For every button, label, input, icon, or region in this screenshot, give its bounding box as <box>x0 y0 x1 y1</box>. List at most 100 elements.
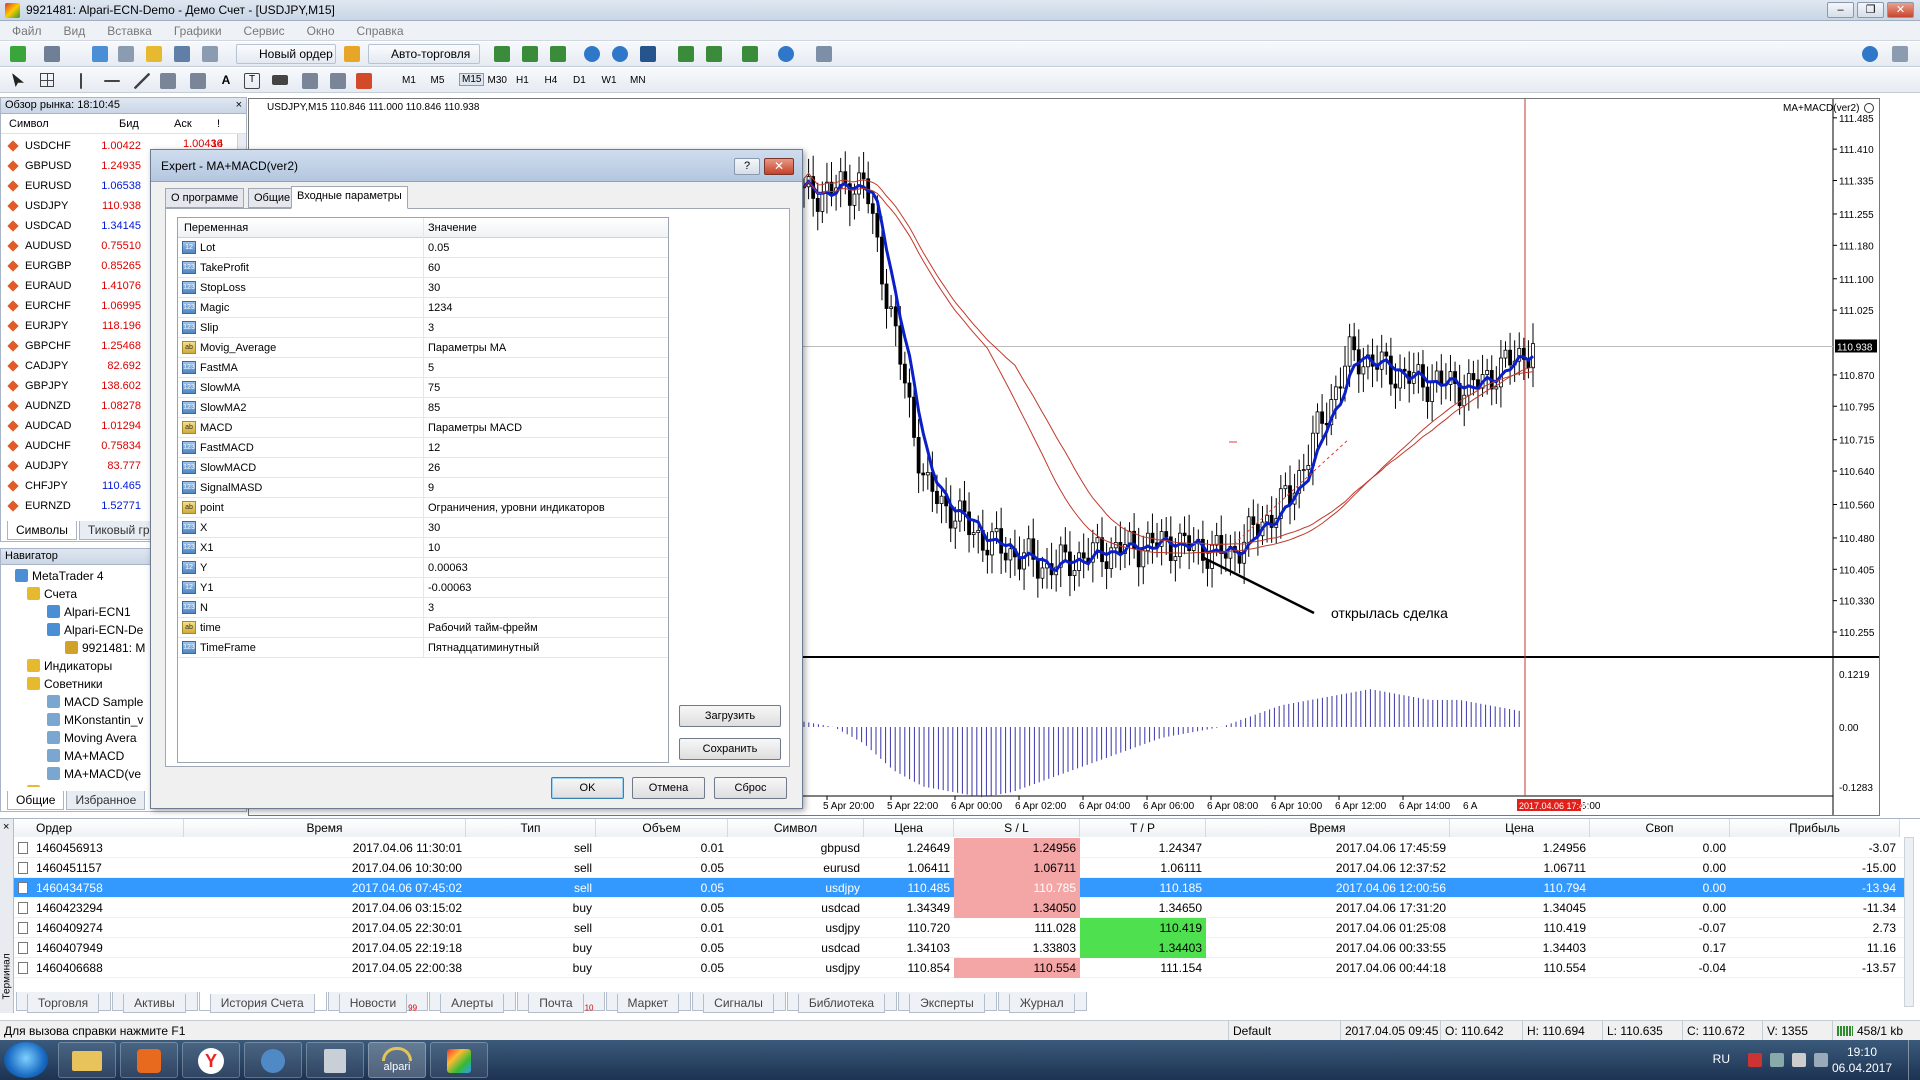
candlestick-icon[interactable] <box>522 46 538 62</box>
input-value[interactable]: 0.00063 <box>428 558 468 578</box>
save-button[interactable]: Сохранить <box>679 738 781 760</box>
column-header[interactable]: Цена <box>1450 819 1590 837</box>
history-row[interactable]: 1460407949 2017.04.05 22:19:18 buy 0.05 usdc… <box>14 938 1904 958</box>
history-row[interactable]: 1460423294 2017.04.06 03:15:02 buy 0.05 usdc… <box>14 898 1904 918</box>
line-chart-icon[interactable] <box>550 46 566 62</box>
reset-button[interactable]: Сброс <box>714 777 787 799</box>
tab-symbols[interactable]: Символы <box>7 521 77 540</box>
navigator-item[interactable]: Скрипты <box>27 783 92 787</box>
rectangle-icon[interactable] <box>272 75 288 85</box>
navigator-item[interactable]: 9921481: M <box>65 639 145 657</box>
input-value[interactable]: Пятнадцатиминутный <box>428 638 539 658</box>
zoom-out-icon[interactable] <box>612 46 628 62</box>
navigator-item[interactable]: Советники <box>27 675 103 693</box>
minimize-button[interactable]: – <box>1827 2 1854 18</box>
column-header[interactable]: Время <box>1206 819 1450 837</box>
history-row[interactable]: 1460409274 2017.04.05 22:30:01 sell 0.01 usd… <box>14 918 1904 938</box>
terminal-close-icon[interactable]: × <box>3 821 9 833</box>
input-value[interactable]: Параметры MACD <box>428 418 522 438</box>
terminal-tab[interactable]: Новости 99 <box>327 992 429 1013</box>
cancel-button[interactable]: Отмена <box>632 777 705 799</box>
language-indicator[interactable]: RU <box>1713 1052 1730 1066</box>
tab-tick-chart[interactable]: Тиковый гр <box>78 521 159 540</box>
input-row[interactable]: 123 TimeFrame Пятнадцатиминутный <box>178 638 668 658</box>
terminal-scrollbar[interactable] <box>1904 837 1914 1007</box>
input-row[interactable]: 12 Y1 -0.00063 <box>178 578 668 598</box>
vertical-line-icon[interactable] <box>80 73 82 89</box>
fibonacci-icon[interactable] <box>190 73 206 89</box>
input-row[interactable]: 123 SlowMA2 85 <box>178 398 668 418</box>
input-value[interactable]: -0.00063 <box>428 578 471 598</box>
input-row[interactable]: 123 FastMACD 12 <box>178 438 668 458</box>
drawn-trendline[interactable] <box>1203 556 1315 615</box>
metaeditor-icon[interactable] <box>344 46 360 62</box>
history-row[interactable]: 1460434758 2017.04.06 07:45:02 sell 0.05 usd… <box>14 878 1904 898</box>
navigator-icon[interactable] <box>146 46 162 62</box>
input-value[interactable]: 5 <box>428 358 434 378</box>
navigator-item[interactable]: Счета <box>27 585 77 603</box>
show-desktop-button[interactable] <box>1908 1040 1920 1080</box>
navigator-item[interactable]: MetaTrader 4 <box>15 567 104 585</box>
taskbar-yandex[interactable]: Y <box>182 1042 240 1078</box>
input-value[interactable]: 3 <box>428 318 434 338</box>
menu-item-3[interactable]: Графики <box>162 21 232 38</box>
taskbar-alpari[interactable]: alpari <box>368 1042 426 1078</box>
tray-app-icon[interactable] <box>1814 1053 1828 1067</box>
chat-icon[interactable] <box>1892 46 1908 62</box>
templates-icon[interactable] <box>816 46 832 62</box>
input-value[interactable]: 1234 <box>428 298 452 318</box>
input-value[interactable]: 0.05 <box>428 238 449 258</box>
chart-shift-icon[interactable] <box>678 46 694 62</box>
menu-item-5[interactable]: Окно <box>295 21 345 38</box>
text-icon[interactable]: A <box>218 73 234 89</box>
terminal-tab[interactable]: Библиотека <box>786 992 898 1013</box>
dialog-close-button[interactable]: ✕ <box>764 158 794 175</box>
timeframe-mn[interactable]: MN <box>630 75 646 86</box>
help-button[interactable]: ? <box>734 158 760 175</box>
indicators-icon[interactable] <box>742 46 758 62</box>
close-panel-icon[interactable]: × <box>236 98 242 113</box>
terminal-tab[interactable]: Сигналы <box>692 992 786 1013</box>
tab-inputs[interactable]: Входные параметры <box>291 186 408 209</box>
terminal-tab[interactable]: Эксперты <box>898 992 997 1013</box>
clock-date[interactable]: 06.04.2017 <box>1828 1061 1896 1075</box>
input-value[interactable]: 30 <box>428 518 440 538</box>
input-row[interactable]: 12 Lot 0.05 <box>178 238 668 258</box>
profiles-icon[interactable] <box>44 46 60 62</box>
autoscroll-icon[interactable] <box>706 46 722 62</box>
history-row[interactable]: 1460451157 2017.04.06 10:30:00 sell 0.05 eur… <box>14 858 1904 878</box>
timeframe-m5[interactable]: M5 <box>431 75 445 86</box>
terminal-tab[interactable]: Почта 10 <box>517 992 605 1013</box>
column-header[interactable]: Символ <box>728 819 864 837</box>
input-row[interactable]: ab Movig_Average Параметры MA <box>178 338 668 358</box>
history-row[interactable]: 1460456913 2017.04.06 11:30:01 sell 0.01 gbp… <box>14 838 1904 858</box>
input-value[interactable]: 75 <box>428 378 440 398</box>
market-watch-icon[interactable] <box>92 46 108 62</box>
data-window-icon[interactable] <box>118 46 134 62</box>
terminal-tab[interactable]: Активы <box>112 992 198 1013</box>
column-header[interactable]: Время <box>184 819 466 837</box>
navigator-item[interactable]: Moving Avera <box>47 729 137 747</box>
tester-icon[interactable] <box>202 46 218 62</box>
timeframe-h4[interactable]: H4 <box>545 75 558 86</box>
input-value[interactable]: 60 <box>428 258 440 278</box>
taskbar-network[interactable] <box>244 1042 302 1078</box>
new-order-button[interactable]: Новый ордер <box>236 44 336 64</box>
tray-network-icon[interactable] <box>1770 1053 1784 1067</box>
input-row[interactable]: 123 FastMA 5 <box>178 358 668 378</box>
crosshair-icon[interactable] <box>40 73 54 87</box>
tray-volume-icon[interactable] <box>1792 1053 1806 1067</box>
input-row[interactable]: 123 Magic 1234 <box>178 298 668 318</box>
tab-about[interactable]: О программе <box>165 188 245 208</box>
start-button[interactable] <box>4 1042 48 1078</box>
column-header[interactable]: Цена <box>864 819 954 837</box>
terminal-tab[interactable]: Торговля <box>16 992 112 1013</box>
timeframe-w1[interactable]: W1 <box>602 75 617 86</box>
input-row[interactable]: 123 Slip 3 <box>178 318 668 338</box>
cursor-icon[interactable] <box>12 73 24 87</box>
terminal-tab[interactable]: Алерты <box>429 992 517 1013</box>
input-row[interactable]: 12 Y 0.00063 <box>178 558 668 578</box>
channel-icon[interactable] <box>160 73 176 89</box>
column-header[interactable]: Прибыль <box>1730 819 1900 837</box>
input-row[interactable]: ab time Рабочий тайм-фрейм <box>178 618 668 638</box>
